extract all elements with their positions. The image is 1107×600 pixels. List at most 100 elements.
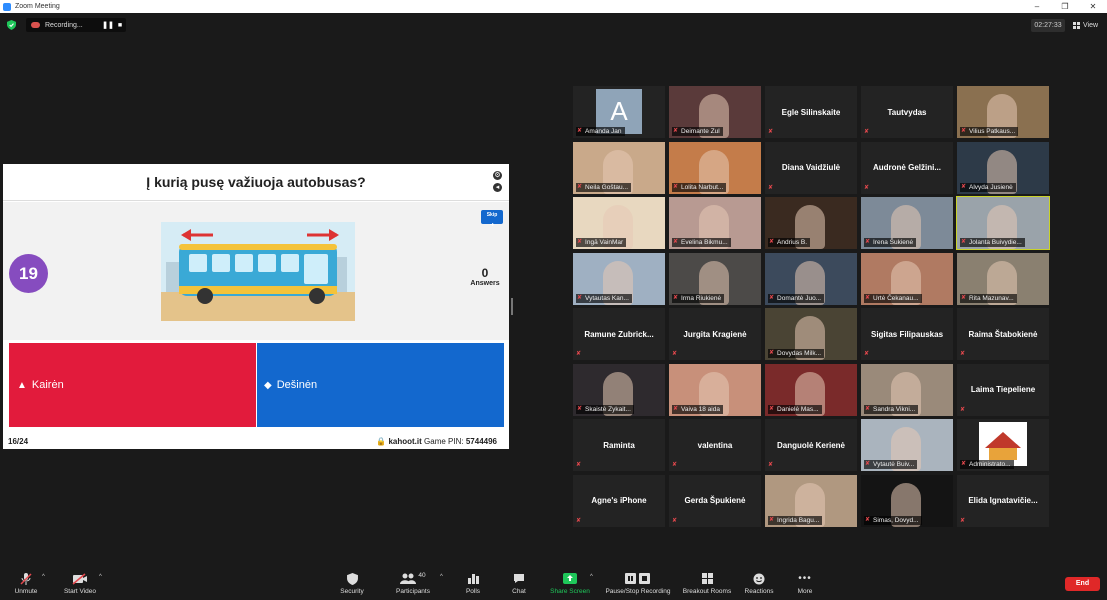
security-button[interactable]: Security (335, 571, 369, 599)
more-label: More (797, 588, 813, 595)
answer-a-button[interactable]: ▲ Kairėn (9, 343, 256, 427)
participant-tile[interactable]: valentina ✘ (669, 419, 761, 471)
participant-tile[interactable]: Egle Silinskaite ✘ (765, 86, 857, 138)
participant-tile[interactable]: A ✘ Amanda Jan (573, 86, 665, 138)
countdown-timer: 19 (9, 254, 48, 293)
participant-tile[interactable]: ✘ Deimante Zul (669, 86, 761, 138)
muted-mic-icon: ✘ (961, 239, 967, 245)
participant-name: Danielė Mas... (777, 405, 819, 413)
participant-tile[interactable]: Raima Štabokienė ✘ (957, 308, 1049, 360)
minimize-button[interactable]: – (1023, 0, 1051, 13)
participant-label: ✘ Lolita Narbut... (672, 182, 727, 192)
meeting-timer: 02:27:33 (1031, 19, 1065, 32)
participant-tile[interactable]: ✘ Jolanta Buivydie... (956, 196, 1050, 250)
muted-mic-icon: ✘ (865, 516, 871, 523)
participant-name: Ingā VainMar (585, 239, 624, 246)
share-options-caret[interactable]: ^ (590, 574, 593, 580)
breakout-rooms-button[interactable]: Breakout Rooms (681, 571, 733, 599)
participant-tile[interactable]: ✘ Irma Riukienė (669, 252, 761, 305)
participant-tile[interactable]: ✘ Rita Mazunav... (957, 252, 1049, 305)
answers-count: 0 (481, 266, 489, 280)
participant-name: Vilius Patkaus... (969, 128, 1016, 135)
pause-stop-recording-button[interactable]: Pause/Stop Recording (603, 571, 673, 599)
polls-button[interactable]: Polls (460, 571, 486, 599)
participant-tile[interactable]: ✘ Sandra Vikni... (861, 363, 953, 416)
participant-tile[interactable]: ✘ Neila Goštau... (573, 141, 665, 194)
more-button[interactable]: ••• More (793, 571, 817, 599)
unmute-button[interactable]: Unmute (10, 571, 42, 599)
participant-tile[interactable]: ✘ Vytautas Kan... (573, 252, 665, 305)
chat-icon (506, 571, 532, 586)
pause-recording-icon[interactable]: ❚❚ (102, 21, 114, 29)
participant-tile[interactable]: Ramune Zubrick... ✘ (573, 308, 665, 360)
participant-tile[interactable]: Sigitas Filipauskas ✘ (861, 308, 953, 360)
participant-tile[interactable]: ✘ Vaiva 18 aida (669, 363, 761, 416)
participant-tile[interactable]: Raminta ✘ (573, 419, 665, 471)
participant-tile[interactable]: ✘ Andrius B. (765, 197, 857, 249)
participant-name: Agne's iPhone (591, 496, 647, 505)
more-dots-icon: ••• (798, 573, 812, 584)
participant-tile[interactable]: ✘ Ingā VainMar (573, 197, 665, 249)
participant-name: Simas, Dovyd... (873, 516, 919, 524)
participant-tile[interactable]: Agne's iPhone ✘ (573, 474, 665, 527)
muted-mic-icon: ✘ (961, 294, 967, 301)
end-meeting-button[interactable]: End (1065, 577, 1100, 591)
participants-button[interactable]: 40 Participants (392, 571, 434, 599)
audio-options-caret[interactable]: ^ (42, 574, 45, 580)
participant-tile[interactable]: ✘ Irena Šukienė (861, 197, 953, 249)
start-video-label: Start Video (63, 588, 97, 595)
participant-tile[interactable]: ✘ Dovydas Milk... (765, 308, 857, 360)
participant-tile[interactable]: Laima Tiepeliene ✘ (957, 363, 1049, 416)
participant-tile[interactable]: Danguolė Kerienė ✘ (765, 419, 857, 471)
question-title: Į kurią pusę važiuoja autobusas? (3, 164, 509, 201)
settings-icon[interactable]: ⚙ (493, 171, 502, 180)
participant-tile[interactable]: Tautvydas ✘ (861, 86, 953, 138)
participant-tile[interactable]: Audronė Gelžini... ✘ (861, 141, 953, 194)
muted-mic-icon: ✘ (961, 183, 967, 190)
chat-button[interactable]: Chat (506, 571, 532, 599)
muted-mic-icon: ✘ (577, 128, 583, 134)
participant-tile[interactable]: ✘ Alvyda Jusienė (957, 141, 1049, 194)
stop-recording-icon[interactable]: ■ (114, 22, 126, 29)
answer-b-button[interactable]: ◆ Dešinėn (257, 343, 504, 427)
share-screen-button[interactable]: Share Screen (548, 571, 592, 599)
participants-count: 40 (418, 572, 426, 579)
video-options-caret[interactable]: ^ (99, 574, 102, 580)
participant-tile[interactable]: ✘ Skaistė Zykait... (573, 363, 665, 416)
pause-stop-label: Pause/Stop Recording (605, 588, 671, 595)
maximize-button[interactable]: ❐ (1051, 0, 1079, 13)
participant-tile[interactable]: ✘ Lolita Narbut... (669, 141, 761, 194)
participant-tile[interactable]: ✘ Danielė Mas... (765, 363, 857, 416)
participant-name: Jolanta Buivydie... (969, 239, 1022, 246)
participant-tile[interactable]: Gerda Špukienė ✘ (669, 474, 761, 527)
participant-tile[interactable]: ✘ Evelina Bikmu... (669, 197, 761, 249)
participant-tile[interactable]: ✘ Ingrida Bagu... (765, 474, 857, 527)
encryption-shield-icon[interactable] (7, 20, 16, 30)
participant-tile[interactable]: ✘ Simas, Dovyd... (861, 474, 953, 527)
participant-tile[interactable]: ✘ Domantė Juo... (765, 252, 857, 305)
participant-name: Tautvydas (887, 107, 927, 117)
participant-tile[interactable]: ✘ Vytautė Buiv... (861, 419, 953, 471)
view-button[interactable]: View (1073, 18, 1098, 32)
muted-mic-icon: ✘ (865, 405, 871, 412)
start-video-button[interactable]: Start Video (60, 571, 100, 599)
participant-tile[interactable]: ✘ Urtė Čekanau... (861, 252, 953, 305)
skip-button[interactable]: Skip ➜ (481, 210, 503, 228)
participant-tile[interactable]: Jurgita Kragienė ✘ (669, 308, 761, 360)
muted-mic-icon: ✘ (865, 239, 871, 245)
participant-label: ✘ Dovydas Milk... (768, 349, 825, 358)
participant-tile[interactable]: ✘ Vilius Patkaus... (957, 86, 1049, 138)
reactions-button[interactable]: Reactions (742, 571, 776, 599)
participants-options-caret[interactable]: ^ (440, 574, 443, 580)
muted-mic-icon: ✘ (673, 405, 679, 412)
participant-tile[interactable]: Diana Vaidžiulė ✘ (765, 141, 857, 194)
participant-name: Diana Vaidžiulė (781, 163, 841, 172)
close-button[interactable]: ✕ (1079, 0, 1107, 13)
muted-mic-icon: ✘ (864, 184, 870, 191)
muted-mic-icon: ✘ (768, 462, 774, 468)
participant-tile[interactable]: Elida Ignatavičie... ✘ (957, 474, 1049, 527)
split-view-handle[interactable] (511, 298, 513, 315)
participant-tile[interactable]: ✘ Administrato... (957, 419, 1049, 471)
sound-icon[interactable]: ◂ (493, 183, 502, 192)
breakout-rooms-icon (681, 571, 733, 586)
